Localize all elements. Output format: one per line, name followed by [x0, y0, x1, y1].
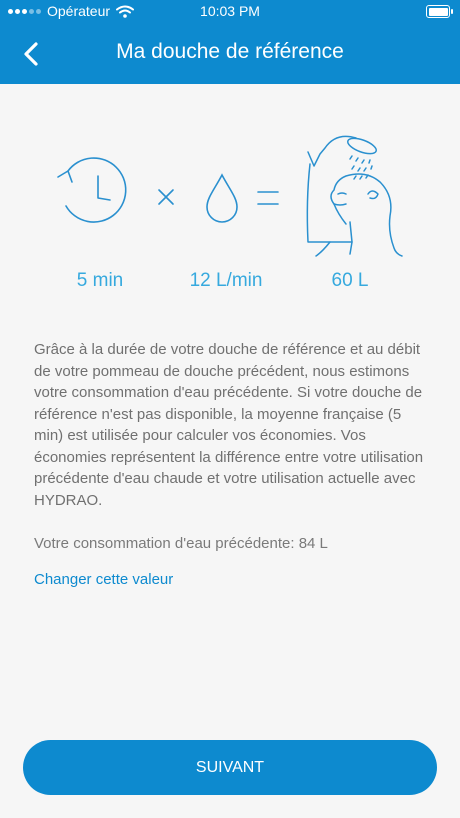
header-bar: Opérateur 10:03 PM Ma douche de référenc… — [0, 0, 460, 84]
multiply-icon — [158, 189, 174, 205]
change-value-link[interactable]: Changer cette valeur — [34, 571, 173, 588]
equals-icon — [257, 191, 279, 205]
battery-icon — [426, 5, 453, 18]
previous-consumption: Votre consommation d'eau précédente: 84 … — [34, 535, 328, 552]
clock-icon — [57, 157, 127, 223]
flow-value: 12 L/min — [189, 270, 263, 291]
page-title: Ma douche de référence — [116, 40, 344, 63]
water-drop-icon — [206, 173, 238, 223]
status-time: 10:03 PM — [200, 3, 260, 19]
equation-illustration — [57, 135, 403, 257]
next-button[interactable]: SUIVANT — [23, 740, 437, 795]
duration-value: 5 min — [76, 270, 124, 291]
description-text: Grâce à la durée de votre douche de réfé… — [34, 341, 424, 509]
total-value: 60 L — [331, 270, 369, 291]
shower-person-icon — [306, 135, 403, 257]
status-bar: Opérateur 10:03 PM — [0, 0, 460, 24]
